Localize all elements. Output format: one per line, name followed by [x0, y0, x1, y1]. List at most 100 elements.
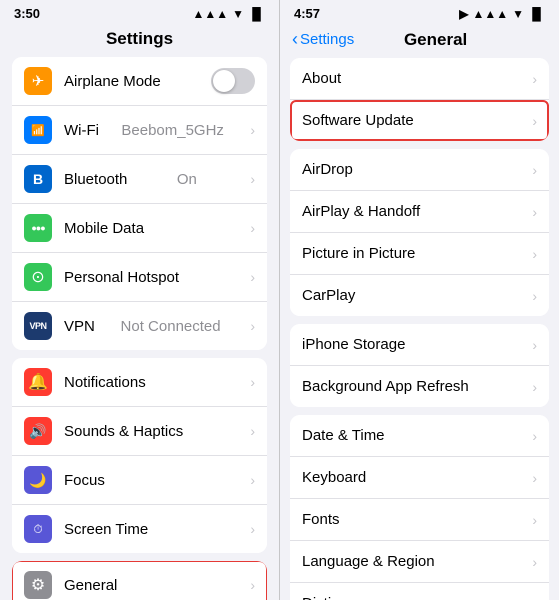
focus-chevron: ›: [250, 472, 255, 488]
dictionary-row[interactable]: Dictionary ›: [290, 583, 549, 600]
system-group-inner: 🔔 Notifications › 🔊 Sounds & Haptics › 🌙: [12, 358, 267, 553]
airplane-label: Airplane Mode: [64, 73, 161, 90]
general-row[interactable]: ⚙ General ›: [12, 561, 267, 600]
screentime-icon: ⏱: [24, 515, 52, 543]
battery-icon: ▐▌: [248, 7, 265, 21]
airdrop-row[interactable]: AirDrop ›: [290, 149, 549, 191]
left-screen-title: Settings: [0, 25, 279, 57]
airplay-label: AirPlay & Handoff: [302, 203, 532, 220]
datetime-group-inner: Date & Time › Keyboard › Fonts › Languag…: [290, 415, 549, 600]
notifications-icon: 🔔: [24, 368, 52, 396]
about-row[interactable]: About ›: [290, 58, 549, 100]
dictionary-label: Dictionary: [302, 595, 532, 600]
bluetooth-row[interactable]: B Bluetooth On ›: [12, 155, 267, 204]
sounds-row[interactable]: 🔊 Sounds & Haptics ›: [12, 407, 267, 456]
iphone-storage-row[interactable]: iPhone Storage ›: [290, 324, 549, 366]
carplay-chevron: ›: [532, 288, 537, 304]
connectivity-group: ✈ Airplane Mode 📶 Wi-Fi Beebom_5GHz ›: [0, 57, 279, 350]
datetime-row[interactable]: Date & Time ›: [290, 415, 549, 457]
airplane-icon: ✈: [24, 67, 52, 95]
background-refresh-chevron: ›: [532, 379, 537, 395]
about-label: About: [302, 70, 532, 87]
background-refresh-row[interactable]: Background App Refresh ›: [290, 366, 549, 407]
right-settings-list: About › Software Update › AirDrop › AirP…: [280, 58, 559, 600]
about-group: About › Software Update ›: [280, 58, 559, 141]
screentime-content: Screen Time ›: [64, 521, 255, 538]
pictureinpicture-row[interactable]: Picture in Picture ›: [290, 233, 549, 275]
right-location-icon: ▶: [459, 7, 468, 21]
hotspot-content: Personal Hotspot ›: [64, 269, 255, 286]
vpn-content: VPN Not Connected ›: [64, 318, 255, 335]
fonts-chevron: ›: [532, 512, 537, 528]
hotspot-row[interactable]: ⊙ Personal Hotspot ›: [12, 253, 267, 302]
focus-content: Focus ›: [64, 472, 255, 489]
fonts-label: Fonts: [302, 511, 532, 528]
carplay-label: CarPlay: [302, 287, 532, 304]
airplay-row[interactable]: AirPlay & Handoff ›: [290, 191, 549, 233]
back-button[interactable]: ‹ Settings: [292, 29, 354, 50]
datetime-label: Date & Time: [302, 427, 532, 444]
focus-label: Focus: [64, 472, 105, 489]
general-label: General: [64, 577, 117, 594]
right-status-bar: 4:57 ▶ ▲▲▲ ▼ ▐▌: [280, 0, 559, 25]
language-region-row[interactable]: Language & Region ›: [290, 541, 549, 583]
vpn-value: Not Connected: [121, 318, 221, 335]
general-content: General ›: [64, 577, 255, 594]
right-time: 4:57: [294, 6, 320, 21]
software-update-row[interactable]: Software Update ›: [290, 100, 549, 141]
mobiledata-chevron: ›: [250, 220, 255, 236]
fonts-row[interactable]: Fonts ›: [290, 499, 549, 541]
keyboard-chevron: ›: [532, 470, 537, 486]
mobiledata-icon: ●●●: [24, 214, 52, 242]
notifications-row[interactable]: 🔔 Notifications ›: [12, 358, 267, 407]
right-signal-icon: ▲▲▲: [472, 7, 508, 21]
keyboard-label: Keyboard: [302, 469, 532, 486]
connectivity-group-inner: ✈ Airplane Mode 📶 Wi-Fi Beebom_5GHz ›: [12, 57, 267, 350]
hotspot-label: Personal Hotspot: [64, 269, 179, 286]
about-group-inner: About › Software Update ›: [290, 58, 549, 141]
left-status-bar: 3:50 ▲▲▲ ▼ ▐▌: [0, 0, 279, 25]
sounds-label: Sounds & Haptics: [64, 423, 183, 440]
airplane-mode-row[interactable]: ✈ Airplane Mode: [12, 57, 267, 106]
carplay-row[interactable]: CarPlay ›: [290, 275, 549, 316]
language-region-chevron: ›: [532, 554, 537, 570]
bluetooth-icon: B: [24, 165, 52, 193]
wifi-row[interactable]: 📶 Wi-Fi Beebom_5GHz ›: [12, 106, 267, 155]
mobiledata-label: Mobile Data: [64, 220, 144, 237]
pictureinpicture-chevron: ›: [532, 246, 537, 262]
screentime-row[interactable]: ⏱ Screen Time ›: [12, 505, 267, 553]
bluetooth-value: On: [177, 171, 197, 188]
left-status-icons: ▲▲▲ ▼ ▐▌: [192, 7, 265, 21]
wifi-icon: ▼: [232, 7, 244, 21]
mobiledata-row[interactable]: ●●● Mobile Data ›: [12, 204, 267, 253]
right-battery-icon: ▐▌: [528, 7, 545, 21]
focus-row[interactable]: 🌙 Focus ›: [12, 456, 267, 505]
sharing-group: AirDrop › AirPlay & Handoff › Picture in…: [280, 149, 559, 316]
notifications-content: Notifications ›: [64, 374, 255, 391]
general-chevron: ›: [250, 577, 255, 593]
airplane-toggle[interactable]: [211, 68, 255, 94]
back-chevron-icon: ‹: [292, 29, 298, 50]
airplay-chevron: ›: [532, 204, 537, 220]
system-group: 🔔 Notifications › 🔊 Sounds & Haptics › 🌙: [0, 358, 279, 553]
vpn-icon: VPN: [24, 312, 52, 340]
wifi-content: Wi-Fi Beebom_5GHz ›: [64, 122, 255, 139]
hotspot-icon: ⊙: [24, 263, 52, 291]
wifi-value: Beebom_5GHz: [121, 122, 224, 139]
keyboard-row[interactable]: Keyboard ›: [290, 457, 549, 499]
airdrop-label: AirDrop: [302, 161, 532, 178]
about-chevron: ›: [532, 71, 537, 87]
notifications-label: Notifications: [64, 374, 146, 391]
right-status-icons: ▶ ▲▲▲ ▼ ▐▌: [459, 7, 545, 21]
vpn-label: VPN: [64, 318, 95, 335]
mobiledata-content: Mobile Data ›: [64, 220, 255, 237]
software-update-chevron: ›: [532, 113, 537, 129]
left-panel: 3:50 ▲▲▲ ▼ ▐▌ Settings ✈ Airplane Mode 📶: [0, 0, 280, 600]
vpn-row[interactable]: VPN VPN Not Connected ›: [12, 302, 267, 350]
pictureinpicture-label: Picture in Picture: [302, 245, 532, 262]
hotspot-chevron: ›: [250, 269, 255, 285]
iphone-storage-chevron: ›: [532, 337, 537, 353]
wifi-row-icon: 📶: [24, 116, 52, 144]
screentime-chevron: ›: [250, 521, 255, 537]
back-label: Settings: [300, 31, 354, 48]
